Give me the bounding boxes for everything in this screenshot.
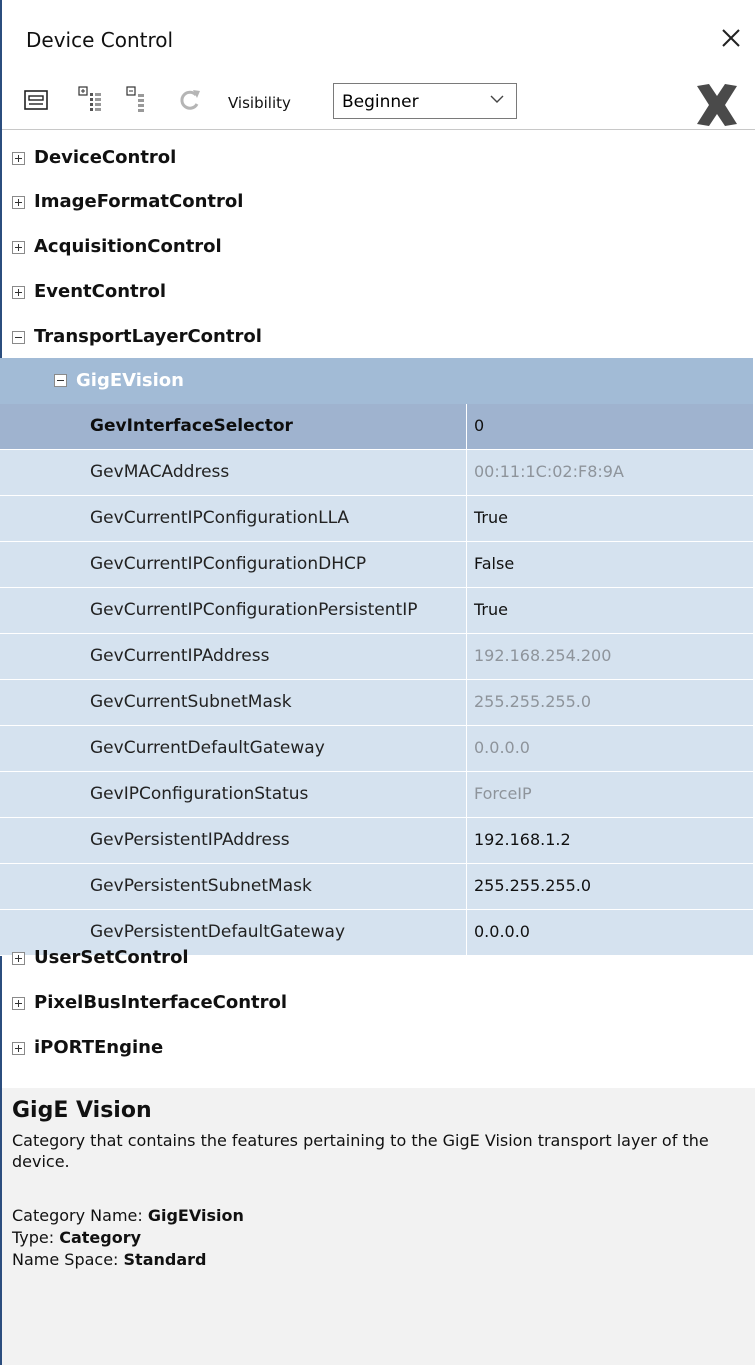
property-row-gevcurrentipaddress[interactable]: GevCurrentIPAddress 192.168.254.200	[0, 634, 753, 680]
expand-icon[interactable]	[12, 196, 25, 209]
property-name: GevCurrentIPAddress	[90, 646, 270, 666]
subcategory-label: GigEVision	[76, 370, 184, 391]
category-label: AcquisitionControl	[34, 236, 222, 257]
property-row-gevcurrentdefaultgateway[interactable]: GevCurrentDefaultGateway 0.0.0.0	[0, 726, 753, 772]
visibility-select-value: Beginner	[342, 92, 419, 112]
namespace-label: Name Space:	[12, 1250, 124, 1269]
property-name: GevCurrentDefaultGateway	[90, 738, 325, 758]
namespace-line: Name Space: Standard	[12, 1250, 206, 1269]
description-panel: GigE Vision Category that contains the f…	[2, 1088, 755, 1365]
property-row-gevmacaddress[interactable]: GevMACAddress 00:11:1C:02:F8:9A	[0, 450, 753, 496]
property-name: GevIPConfigurationStatus	[90, 784, 309, 804]
property-value[interactable]: 0	[474, 416, 484, 435]
type-label: Type:	[12, 1228, 60, 1247]
property-value[interactable]: 192.168.1.2	[474, 830, 571, 849]
category-label: iPORTEngine	[34, 1037, 164, 1058]
column-divider	[466, 450, 467, 496]
close-icon[interactable]	[715, 22, 747, 54]
expand-icon[interactable]	[12, 286, 25, 299]
expand-icon[interactable]	[12, 241, 25, 254]
category-label: UserSetControl	[34, 947, 189, 968]
property-value: 0.0.0.0	[474, 738, 530, 757]
column-divider	[466, 726, 467, 772]
expand-icon[interactable]	[12, 952, 25, 965]
visibility-label: Visibility	[228, 94, 291, 112]
property-name: GevInterfaceSelector	[90, 416, 293, 436]
type-value: Category	[59, 1228, 142, 1247]
property-value: 255.255.255.0	[474, 692, 592, 711]
property-name: GevCurrentIPConfigurationPersistentIP	[90, 600, 418, 620]
category-label: DeviceControl	[34, 147, 177, 168]
column-divider	[466, 588, 467, 634]
tree-category-transportlayercontrol[interactable]: TransportLayerControl	[2, 314, 755, 360]
property-row-gevcurrentipconfigurationdhcp[interactable]: GevCurrentIPConfigurationDHCP False	[0, 542, 753, 588]
property-name: GevPersistentIPAddress	[90, 830, 290, 850]
column-divider	[466, 496, 467, 542]
property-name: GevCurrentSubnetMask	[90, 692, 292, 712]
column-divider	[466, 772, 467, 818]
property-value[interactable]: True	[474, 508, 508, 527]
column-divider	[466, 680, 467, 726]
description-title: GigE Vision	[12, 1098, 152, 1123]
property-value[interactable]: False	[474, 554, 514, 573]
property-value: 00:11:1C:02:F8:9A	[474, 462, 624, 481]
property-row-gevcurrentipconfigurationlla[interactable]: GevCurrentIPConfigurationLLA True	[0, 496, 753, 542]
window-title: Device Control	[26, 28, 174, 52]
expand-icon[interactable]	[12, 1042, 25, 1055]
collapse-icon[interactable]	[12, 331, 25, 344]
tree-category-iportengine[interactable]: iPORTEngine	[2, 1025, 755, 1071]
disconnect-icon[interactable]	[691, 80, 743, 130]
property-value: ForceIP	[474, 784, 532, 803]
property-row-gevinterfaceselector[interactable]: GevInterfaceSelector 0	[0, 404, 753, 450]
column-divider	[466, 542, 467, 588]
type-line: Type: Category	[12, 1228, 141, 1247]
tree-category-devicecontrol[interactable]: DeviceControl	[2, 135, 755, 181]
title-bar: Device Control	[2, 0, 755, 80]
property-value[interactable]: 255.255.255.0	[474, 876, 591, 895]
category-name-value: GigEVision	[147, 1206, 244, 1225]
grid-view-icon[interactable]	[22, 87, 52, 113]
description-text: Category that contains the features pert…	[12, 1131, 709, 1171]
namespace-value: Standard	[123, 1250, 207, 1269]
collapse-icon[interactable]	[54, 374, 67, 387]
tree-category-imageformatcontrol[interactable]: ImageFormatControl	[2, 179, 755, 225]
expand-icon[interactable]	[12, 997, 25, 1010]
property-row-gevpersistentsubnetmask[interactable]: GevPersistentSubnetMask 255.255.255.0	[0, 864, 753, 910]
tree-category-eventcontrol[interactable]: EventControl	[2, 269, 755, 315]
column-divider	[466, 818, 467, 864]
property-row-gevcurrentsubnetmask[interactable]: GevCurrentSubnetMask 255.255.255.0	[0, 680, 753, 726]
category-label: ImageFormatControl	[34, 191, 244, 212]
collapse-all-icon[interactable]	[124, 84, 154, 114]
visibility-select[interactable]: Beginner	[333, 83, 517, 119]
category-label: EventControl	[34, 281, 167, 302]
device-control-window: Device Control Visibility Beginner Devic…	[0, 0, 755, 1365]
category-label: PixelBusInterfaceControl	[34, 992, 288, 1013]
property-name: GevCurrentIPConfigurationLLA	[90, 508, 350, 528]
property-name: GevCurrentIPConfigurationDHCP	[90, 554, 367, 574]
property-row-gevcurrentipconfigurationpersistentip[interactable]: GevCurrentIPConfigurationPersistentIP Tr…	[0, 588, 753, 634]
property-value[interactable]: True	[474, 600, 508, 619]
expand-icon[interactable]	[12, 152, 25, 165]
property-row-gevpersistentipaddress[interactable]: GevPersistentIPAddress 192.168.1.2	[0, 818, 753, 864]
refresh-icon[interactable]	[176, 86, 204, 114]
column-divider	[466, 634, 467, 680]
category-name-line: Category Name: GigEVision	[12, 1206, 244, 1225]
column-divider	[466, 864, 467, 910]
tree-subcategory-gigevision[interactable]: GigEVision	[0, 358, 753, 404]
category-name-label: Category Name:	[12, 1206, 148, 1225]
category-label: TransportLayerControl	[34, 326, 262, 347]
property-name: GevMACAddress	[90, 462, 230, 482]
property-row-gevipconfigurationstatus[interactable]: GevIPConfigurationStatus ForceIP	[0, 772, 753, 818]
tree-category-acquisitioncontrol[interactable]: AcquisitionControl	[2, 224, 755, 270]
property-name: GevPersistentSubnetMask	[90, 876, 312, 896]
tree-category-pixelbusinterfacecontrol[interactable]: PixelBusInterfaceControl	[2, 980, 755, 1026]
tree-category-usersetcontrol[interactable]: UserSetControl	[2, 935, 755, 981]
column-divider	[466, 404, 467, 450]
expand-all-icon[interactable]	[76, 84, 106, 114]
chevron-down-icon	[490, 95, 504, 103]
property-value: 192.168.254.200	[474, 646, 612, 665]
